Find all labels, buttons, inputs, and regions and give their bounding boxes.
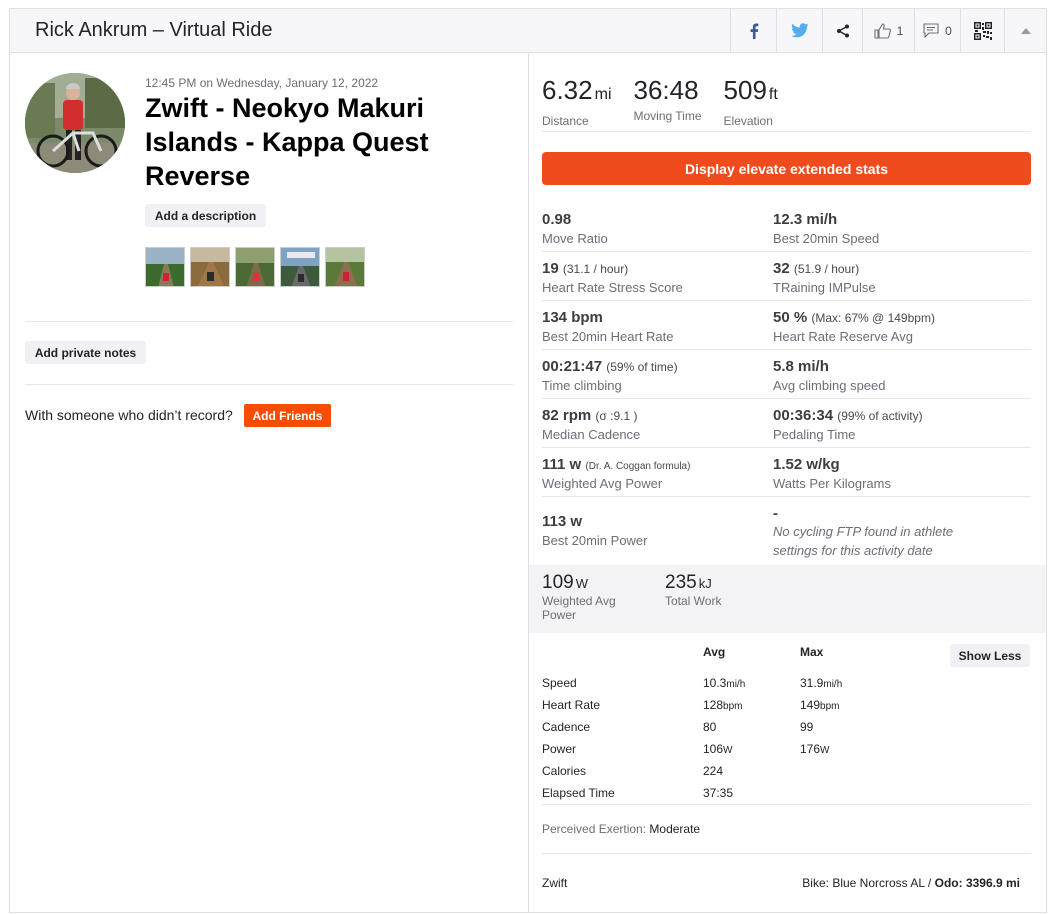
time-climbing-stat: 00:21:47 (59% of time) Time climbing [542, 358, 678, 393]
facebook-icon [750, 23, 758, 39]
athlete-photo [25, 73, 125, 173]
thumbs-up-icon [874, 22, 891, 39]
qr-code-icon [973, 21, 992, 40]
stats-row: 0.98 Move Ratio 12.3 mi/h Best 20min Spe… [542, 203, 1031, 252]
activity-header: Rick Ankrum – Virtual Ride 1 0 [10, 9, 1046, 53]
device-name: Zwift [542, 876, 568, 890]
share-icon [836, 24, 849, 37]
summary-stats: 6.32 mi Distance 36:48 Moving Time 509 ft … [542, 75, 800, 128]
trimp-stat: 32 (51.9 / hour) TRaining IMPulse [773, 260, 876, 295]
photo-thumbnail[interactable] [280, 247, 320, 287]
share-button[interactable] [822, 9, 862, 52]
section-divider [542, 131, 1031, 132]
extended-stats-grid: 0.98 Move Ratio 12.3 mi/h Best 20min Spe… [542, 203, 1031, 563]
column-divider [528, 53, 529, 913]
stats-row: 134 bpm Best 20min Heart Rate 50 % (Max:… [542, 301, 1031, 350]
avg-column-header: Avg [703, 645, 726, 659]
stats-row: 113 w Best 20min Power - No cycling FTP … [542, 497, 1031, 563]
ftp-stat: - No cycling FTP found in athlete settin… [773, 505, 954, 558]
add-friends-button[interactable]: Add Friends [244, 404, 331, 427]
comment-count: 0 [945, 23, 952, 38]
twitter-share-button[interactable] [776, 9, 822, 52]
bike-info: Bike: Blue Norcross AL / Odo: 3396.9 mi [802, 876, 1020, 890]
move-ratio-stat: 0.98 Move Ratio [542, 211, 608, 246]
elevate-extended-stats-button[interactable]: Display elevate extended stats [542, 152, 1031, 185]
total-work-summary: 235 kJ Total Work [665, 572, 722, 608]
collapse-button[interactable] [1004, 9, 1046, 52]
bike-link[interactable]: Blue Norcross AL [832, 876, 924, 890]
photo-thumbnail[interactable] [190, 247, 230, 287]
activity-panel: Rick Ankrum – Virtual Ride 1 0 12:45 PM … [9, 8, 1047, 913]
photo-thumbnail[interactable] [145, 247, 185, 287]
facebook-share-button[interactable] [730, 9, 776, 52]
kudos-button[interactable]: 1 [862, 9, 914, 52]
section-divider [542, 853, 1031, 854]
with-someone-text: With someone who didn’t record? [25, 407, 233, 423]
caret-up-icon [1020, 27, 1031, 34]
kudos-count: 1 [896, 23, 904, 38]
hrss-stat: 19 (31.1 / hour) Heart Rate Stress Score [542, 260, 683, 295]
photo-thumbnail[interactable] [235, 247, 275, 287]
comments-button[interactable]: 0 [914, 9, 960, 52]
header-actions: 1 0 [730, 9, 1046, 52]
twitter-icon [790, 23, 808, 38]
avg-climbing-speed-stat: 5.8 mi/h Avg climbing speed [773, 358, 886, 393]
weighted-avg-power-stat: 111 w (Dr. A. Coggan formula) Weighted A… [542, 456, 691, 491]
elevation-stat: 509 ft Elevation [723, 75, 778, 128]
max-column-header: Max [800, 645, 824, 659]
section-divider [25, 321, 513, 322]
stats-row: 19 (31.1 / hour) Heart Rate Stress Score… [542, 252, 1031, 301]
add-description-button[interactable]: Add a description [145, 204, 266, 227]
show-less-button[interactable]: Show Less [950, 644, 1030, 667]
best-20min-hr-stat: 134 bpm Best 20min Heart Rate [542, 309, 674, 344]
activity-title: Zwift - Neokyo Makuri Islands - Kappa Qu… [145, 93, 429, 191]
add-private-notes-button[interactable]: Add private notes [25, 341, 146, 364]
stats-row: 00:21:47 (59% of time) Time climbing 5.8… [542, 350, 1031, 399]
weighted-avg-power-summary: 109 W Weighted Avg Power [542, 572, 616, 622]
perceived-exertion: Perceived Exertion: Moderate [542, 822, 701, 836]
moving-time-stat: 36:48 Moving Time [633, 75, 702, 123]
photo-thumbnail[interactable] [325, 247, 365, 287]
stats-row: 111 w (Dr. A. Coggan formula) Weighted A… [542, 448, 1031, 497]
watts-per-kg-stat: 1.52 w/kg Watts Per Kilograms [773, 456, 891, 491]
distance-stat: 6.32 mi Distance [542, 75, 612, 128]
section-divider [542, 804, 1031, 805]
photo-thumbnails [145, 247, 365, 287]
qr-code-button[interactable] [960, 9, 1004, 52]
median-cadence-stat: 82 rpm (σ :9.1 ) Median Cadence [542, 407, 641, 442]
pedaling-time-stat: 00:36:34 (99% of activity) Pedaling Time [773, 407, 923, 442]
best-20min-power-stat: 113 w Best 20min Power [542, 513, 648, 548]
section-divider [25, 384, 513, 385]
hr-reserve-stat: 50 % (Max: 67% @ 149bpm) Heart Rate Rese… [773, 309, 935, 344]
page-title: Rick Ankrum – Virtual Ride [35, 19, 273, 41]
activity-datetime: 12:45 PM on Wednesday, January 12, 2022 [145, 76, 379, 90]
athlete-avatar[interactable] [25, 73, 125, 173]
best-20min-speed-stat: 12.3 mi/h Best 20min Speed [773, 211, 880, 246]
stats-row: 82 rpm (σ :9.1 ) Median Cadence 00:36:34… [542, 399, 1031, 448]
comment-icon [923, 23, 939, 38]
